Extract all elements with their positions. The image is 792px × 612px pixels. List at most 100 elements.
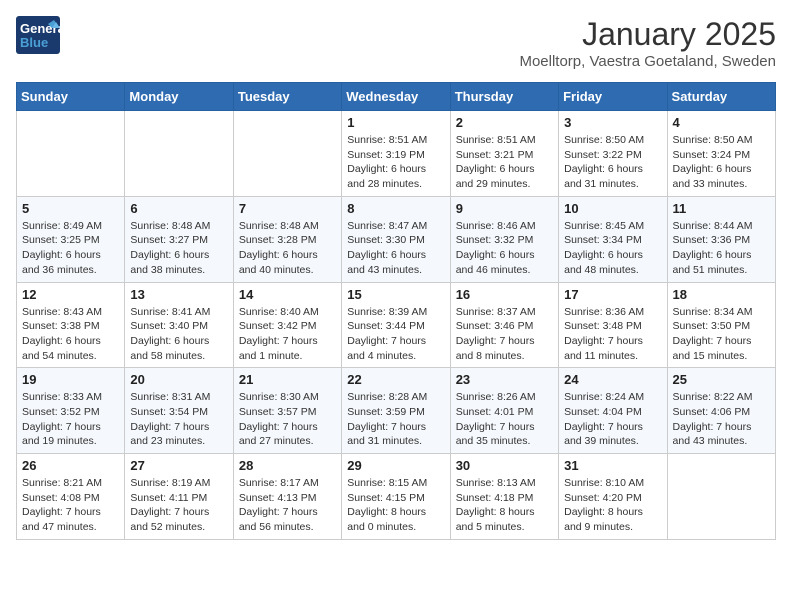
day-number: 19 [22, 372, 119, 387]
calendar-cell: 11 Sunrise: 8:44 AM Sunset: 3:36 PM Dayli… [667, 196, 775, 282]
day-number: 2 [456, 115, 553, 130]
day-number: 5 [22, 201, 119, 216]
day-info: Sunrise: 8:50 AM Sunset: 3:22 PM Dayligh… [564, 133, 661, 192]
day-info: Sunrise: 8:10 AM Sunset: 4:20 PM Dayligh… [564, 476, 661, 535]
header-tuesday: Tuesday [233, 83, 341, 111]
day-number: 29 [347, 458, 444, 473]
calendar-cell: 21 Sunrise: 8:30 AM Sunset: 3:57 PM Dayli… [233, 368, 341, 454]
day-info: Sunrise: 8:39 AM Sunset: 3:44 PM Dayligh… [347, 305, 444, 364]
day-number: 10 [564, 201, 661, 216]
calendar-cell: 29Sunrise: 8:15 AM Sunset: 4:15 PM Dayli… [342, 454, 450, 540]
day-info: Sunrise: 8:47 AM Sunset: 3:30 PM Dayligh… [347, 219, 444, 278]
calendar-week-row: 5 Sunrise: 8:49 AM Sunset: 3:25 PM Daylig… [17, 196, 776, 282]
header-thursday: Thursday [450, 83, 558, 111]
day-info: Sunrise: 8:37 AM Sunset: 3:46 PM Dayligh… [456, 305, 553, 364]
day-info: Sunrise: 8:46 AM Sunset: 3:32 PM Dayligh… [456, 219, 553, 278]
day-info: Sunrise: 8:51 AM Sunset: 3:21 PM Dayligh… [456, 133, 553, 192]
svg-text:Blue: Blue [20, 35, 48, 50]
calendar-cell: 12 Sunrise: 8:43 AM Sunset: 3:38 PM Dayli… [17, 282, 125, 368]
calendar-cell: 23 Sunrise: 8:26 AM Sunset: 4:01 PM Dayli… [450, 368, 558, 454]
day-info: Sunrise: 8:28 AM Sunset: 3:59 PM Dayligh… [347, 390, 444, 449]
location-title: Moelltorp, Vaestra Goetaland, Sweden [519, 53, 776, 70]
calendar-cell: 3 Sunrise: 8:50 AM Sunset: 3:22 PM Daylig… [559, 111, 667, 197]
day-info: Sunrise: 8:41 AM Sunset: 3:40 PM Dayligh… [130, 305, 227, 364]
calendar-cell: 4 Sunrise: 8:50 AM Sunset: 3:24 PM Daylig… [667, 111, 775, 197]
calendar-cell [233, 111, 341, 197]
day-info: Sunrise: 8:34 AM Sunset: 3:50 PM Dayligh… [673, 305, 770, 364]
day-number: 21 [239, 372, 336, 387]
calendar-table: SundayMondayTuesdayWednesdayThursdayFrid… [16, 82, 776, 540]
day-number: 13 [130, 287, 227, 302]
calendar-week-row: 19Sunrise: 8:33 AM Sunset: 3:52 PM Dayli… [17, 368, 776, 454]
day-number: 6 [130, 201, 227, 216]
day-info: Sunrise: 8:30 AM Sunset: 3:57 PM Dayligh… [239, 390, 336, 449]
day-number: 4 [673, 115, 770, 130]
calendar-cell: 6 Sunrise: 8:48 AM Sunset: 3:27 PM Daylig… [125, 196, 233, 282]
calendar-cell: 26 Sunrise: 8:21 AM Sunset: 4:08 PM Dayli… [17, 454, 125, 540]
calendar-cell: 18 Sunrise: 8:34 AM Sunset: 3:50 PM Dayli… [667, 282, 775, 368]
calendar-cell: 25Sunrise: 8:22 AM Sunset: 4:06 PM Dayli… [667, 368, 775, 454]
day-info: Sunrise: 8:48 AM Sunset: 3:27 PM Dayligh… [130, 219, 227, 278]
calendar-cell: 17 Sunrise: 8:36 AM Sunset: 3:48 PM Dayli… [559, 282, 667, 368]
calendar-cell: 8 Sunrise: 8:47 AM Sunset: 3:30 PM Daylig… [342, 196, 450, 282]
header-sunday: Sunday [17, 83, 125, 111]
day-number: 16 [456, 287, 553, 302]
day-number: 1 [347, 115, 444, 130]
header-wednesday: Wednesday [342, 83, 450, 111]
day-info: Sunrise: 8:21 AM Sunset: 4:08 PM Dayligh… [22, 476, 119, 535]
day-number: 27 [130, 458, 227, 473]
day-number: 3 [564, 115, 661, 130]
day-number: 30 [456, 458, 553, 473]
calendar-cell: 19Sunrise: 8:33 AM Sunset: 3:52 PM Dayli… [17, 368, 125, 454]
day-number: 14 [239, 287, 336, 302]
day-info: Sunrise: 8:45 AM Sunset: 3:34 PM Dayligh… [564, 219, 661, 278]
calendar-cell [667, 454, 775, 540]
day-number: 11 [673, 201, 770, 216]
day-info: Sunrise: 8:50 AM Sunset: 3:24 PM Dayligh… [673, 133, 770, 192]
day-info: Sunrise: 8:26 AM Sunset: 4:01 PM Dayligh… [456, 390, 553, 449]
day-number: 15 [347, 287, 444, 302]
day-number: 8 [347, 201, 444, 216]
calendar-header-row: SundayMondayTuesdayWednesdayThursdayFrid… [17, 83, 776, 111]
day-number: 26 [22, 458, 119, 473]
day-info: Sunrise: 8:17 AM Sunset: 4:13 PM Dayligh… [239, 476, 336, 535]
day-number: 9 [456, 201, 553, 216]
calendar-cell: 27 Sunrise: 8:19 AM Sunset: 4:11 PM Dayli… [125, 454, 233, 540]
calendar-week-row: 1Sunrise: 8:51 AM Sunset: 3:19 PM Daylig… [17, 111, 776, 197]
day-info: Sunrise: 8:13 AM Sunset: 4:18 PM Dayligh… [456, 476, 553, 535]
calendar-cell: 28 Sunrise: 8:17 AM Sunset: 4:13 PM Dayli… [233, 454, 341, 540]
calendar-week-row: 12 Sunrise: 8:43 AM Sunset: 3:38 PM Dayli… [17, 282, 776, 368]
calendar-cell: 2 Sunrise: 8:51 AM Sunset: 3:21 PM Daylig… [450, 111, 558, 197]
calendar-cell [17, 111, 125, 197]
day-number: 25 [673, 372, 770, 387]
header-monday: Monday [125, 83, 233, 111]
day-info: Sunrise: 8:44 AM Sunset: 3:36 PM Dayligh… [673, 219, 770, 278]
calendar-cell: 15 Sunrise: 8:39 AM Sunset: 3:44 PM Dayli… [342, 282, 450, 368]
calendar-cell: 20Sunrise: 8:31 AM Sunset: 3:54 PM Dayli… [125, 368, 233, 454]
day-info: Sunrise: 8:40 AM Sunset: 3:42 PM Dayligh… [239, 305, 336, 364]
day-info: Sunrise: 8:24 AM Sunset: 4:04 PM Dayligh… [564, 390, 661, 449]
day-info: Sunrise: 8:48 AM Sunset: 3:28 PM Dayligh… [239, 219, 336, 278]
calendar-cell [125, 111, 233, 197]
logo: General Blue [16, 16, 60, 54]
day-info: Sunrise: 8:43 AM Sunset: 3:38 PM Dayligh… [22, 305, 119, 364]
calendar-cell: 1Sunrise: 8:51 AM Sunset: 3:19 PM Daylig… [342, 111, 450, 197]
day-number: 23 [456, 372, 553, 387]
day-number: 12 [22, 287, 119, 302]
day-number: 28 [239, 458, 336, 473]
day-number: 22 [347, 372, 444, 387]
month-title: January 2025 [519, 16, 776, 53]
logo-icon: General Blue [16, 16, 60, 54]
day-number: 31 [564, 458, 661, 473]
calendar-cell: 5 Sunrise: 8:49 AM Sunset: 3:25 PM Daylig… [17, 196, 125, 282]
title-block: January 2025 Moelltorp, Vaestra Goetalan… [519, 16, 776, 70]
day-number: 24 [564, 372, 661, 387]
day-info: Sunrise: 8:36 AM Sunset: 3:48 PM Dayligh… [564, 305, 661, 364]
calendar-cell: 31 Sunrise: 8:10 AM Sunset: 4:20 PM Dayli… [559, 454, 667, 540]
day-number: 20 [130, 372, 227, 387]
page-header: General Blue January 2025 Moelltorp, Vae… [16, 16, 776, 70]
day-info: Sunrise: 8:49 AM Sunset: 3:25 PM Dayligh… [22, 219, 119, 278]
day-number: 18 [673, 287, 770, 302]
day-info: Sunrise: 8:19 AM Sunset: 4:11 PM Dayligh… [130, 476, 227, 535]
day-number: 17 [564, 287, 661, 302]
